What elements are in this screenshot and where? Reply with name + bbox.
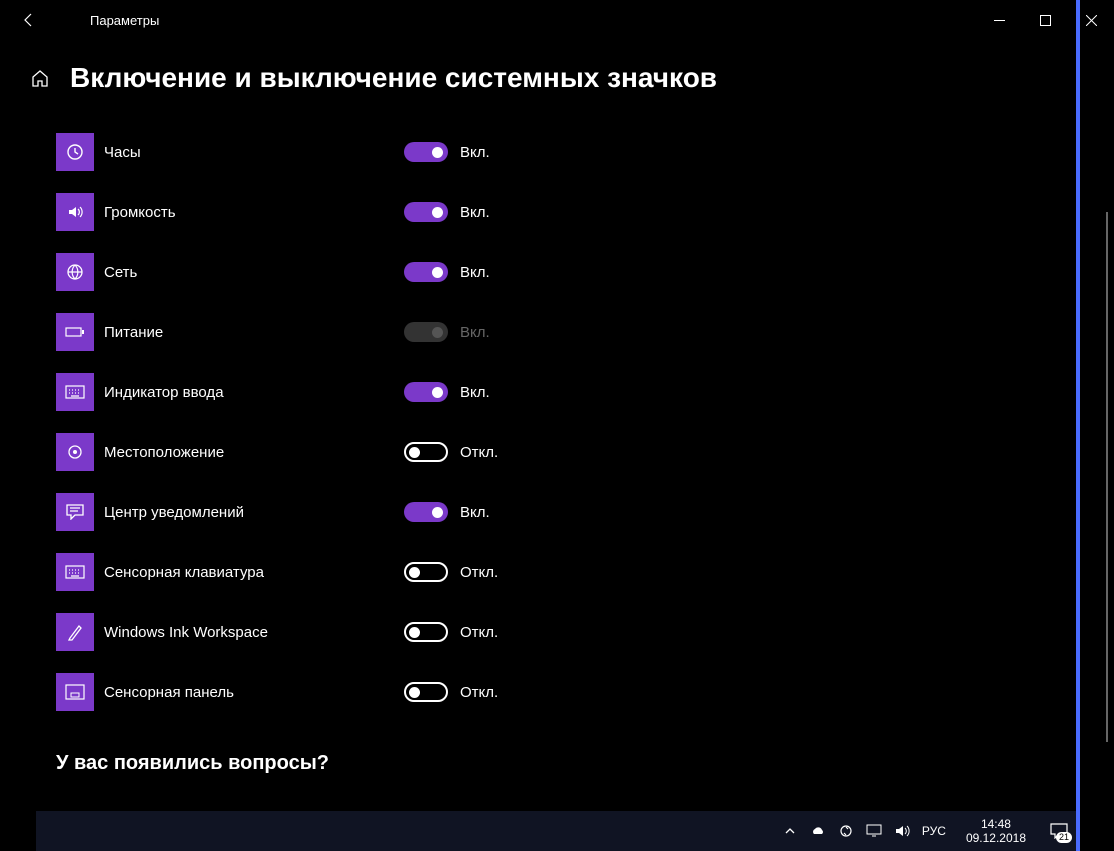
target-icon (56, 433, 94, 471)
recording-indicator (1076, 0, 1080, 851)
toggle-state-label: Вкл. (460, 264, 490, 281)
close-button[interactable] (1068, 0, 1114, 40)
toggle-state-label: Откл. (460, 684, 498, 701)
toggle-clock[interactable] (404, 142, 448, 162)
toggle-location[interactable] (404, 442, 448, 462)
maximize-button[interactable] (1022, 0, 1068, 40)
clock-icon (56, 133, 94, 171)
toggle-network[interactable] (404, 262, 448, 282)
globe-icon (56, 253, 94, 291)
chevron-up-icon (784, 825, 796, 837)
toggle-state-label: Вкл. (460, 144, 490, 161)
toggle-windows-ink[interactable] (404, 622, 448, 642)
message-icon (56, 493, 94, 531)
setting-label: Громкость (104, 204, 404, 221)
keyboard-icon (56, 373, 94, 411)
taskbar-time: 14:48 (966, 817, 1026, 831)
toggle-input-indicator[interactable] (404, 382, 448, 402)
sync-icon (839, 824, 853, 838)
setting-label: Местоположение (104, 444, 404, 461)
setting-row-location: Местоположение Откл. (56, 422, 1058, 482)
setting-label: Сенсорная клавиатура (104, 564, 404, 581)
close-icon (1086, 15, 1097, 26)
taskbar-clock[interactable]: 14:48 09.12.2018 (966, 817, 1026, 846)
volume-icon (56, 193, 94, 231)
keyboard-icon (56, 553, 94, 591)
home-button[interactable] (30, 68, 50, 88)
taskbar: РУС 14:48 09.12.2018 21 (36, 811, 1078, 851)
speaker-icon (894, 824, 910, 838)
pen-icon (56, 613, 94, 651)
setting-label: Часы (104, 144, 404, 161)
minimize-button[interactable] (976, 0, 1022, 40)
setting-label: Центр уведомлений (104, 504, 404, 521)
toggle-power (404, 322, 448, 342)
tray-network-icon[interactable] (866, 823, 882, 839)
toggle-action-center[interactable] (404, 502, 448, 522)
setting-row-touch-keyboard: Сенсорная клавиатура Откл. (56, 542, 1058, 602)
toggle-touch-keyboard[interactable] (404, 562, 448, 582)
setting-label: Windows Ink Workspace (104, 624, 404, 641)
home-icon (30, 68, 50, 88)
maximize-icon (1040, 15, 1051, 26)
setting-label: Индикатор ввода (104, 384, 404, 401)
taskbar-date: 09.12.2018 (966, 831, 1026, 845)
tray-volume-icon[interactable] (894, 823, 910, 839)
toggle-state-label: Откл. (460, 444, 498, 461)
setting-row-clock: Часы Вкл. (56, 122, 1058, 182)
battery-icon (56, 313, 94, 351)
monitor-icon (866, 824, 882, 838)
window-title: Параметры (90, 13, 159, 28)
language-indicator[interactable]: РУС (922, 824, 946, 838)
arrow-left-icon (21, 12, 37, 28)
toggle-touchpad[interactable] (404, 682, 448, 702)
setting-row-power: Питание Вкл. (56, 302, 1058, 362)
minimize-icon (994, 15, 1005, 26)
setting-row-input-indicator: Индикатор ввода Вкл. (56, 362, 1058, 422)
setting-row-touchpad: Сенсорная панель Откл. (56, 662, 1058, 722)
toggle-state-label: Вкл. (460, 324, 490, 341)
toggle-state-label: Откл. (460, 564, 498, 581)
touchpad-icon (56, 673, 94, 711)
action-center-button[interactable]: 21 (1048, 821, 1070, 841)
setting-row-network: Сеть Вкл. (56, 242, 1058, 302)
toggle-volume[interactable] (404, 202, 448, 222)
toggle-state-label: Вкл. (460, 504, 490, 521)
settings-list: Часы Вкл. Громкость Вкл. Сеть Вкл. Питание Вкл.… (56, 122, 1058, 722)
tray-sync-icon[interactable] (838, 823, 854, 839)
setting-label: Сенсорная панель (104, 684, 404, 701)
back-button[interactable] (14, 5, 44, 35)
page-title: Включение и выключение системных значков (70, 62, 717, 94)
toggle-state-label: Вкл. (460, 204, 490, 221)
tray-onedrive-icon[interactable] (810, 823, 826, 839)
cloud-icon (810, 825, 826, 837)
setting-row-action-center: Центр уведомлений Вкл. (56, 482, 1058, 542)
question-heading: У вас появились вопросы? (56, 752, 1058, 775)
toggle-state-label: Вкл. (460, 384, 490, 401)
setting-label: Питание (104, 324, 404, 341)
scrollbar[interactable] (1106, 212, 1108, 742)
notification-badge: 21 (1056, 832, 1072, 843)
tray-overflow-button[interactable] (782, 823, 798, 839)
setting-row-volume: Громкость Вкл. (56, 182, 1058, 242)
toggle-state-label: Откл. (460, 624, 498, 641)
titlebar: Параметры (0, 0, 1114, 40)
setting-label: Сеть (104, 264, 404, 281)
setting-row-windows-ink: Windows Ink Workspace Откл. (56, 602, 1058, 662)
